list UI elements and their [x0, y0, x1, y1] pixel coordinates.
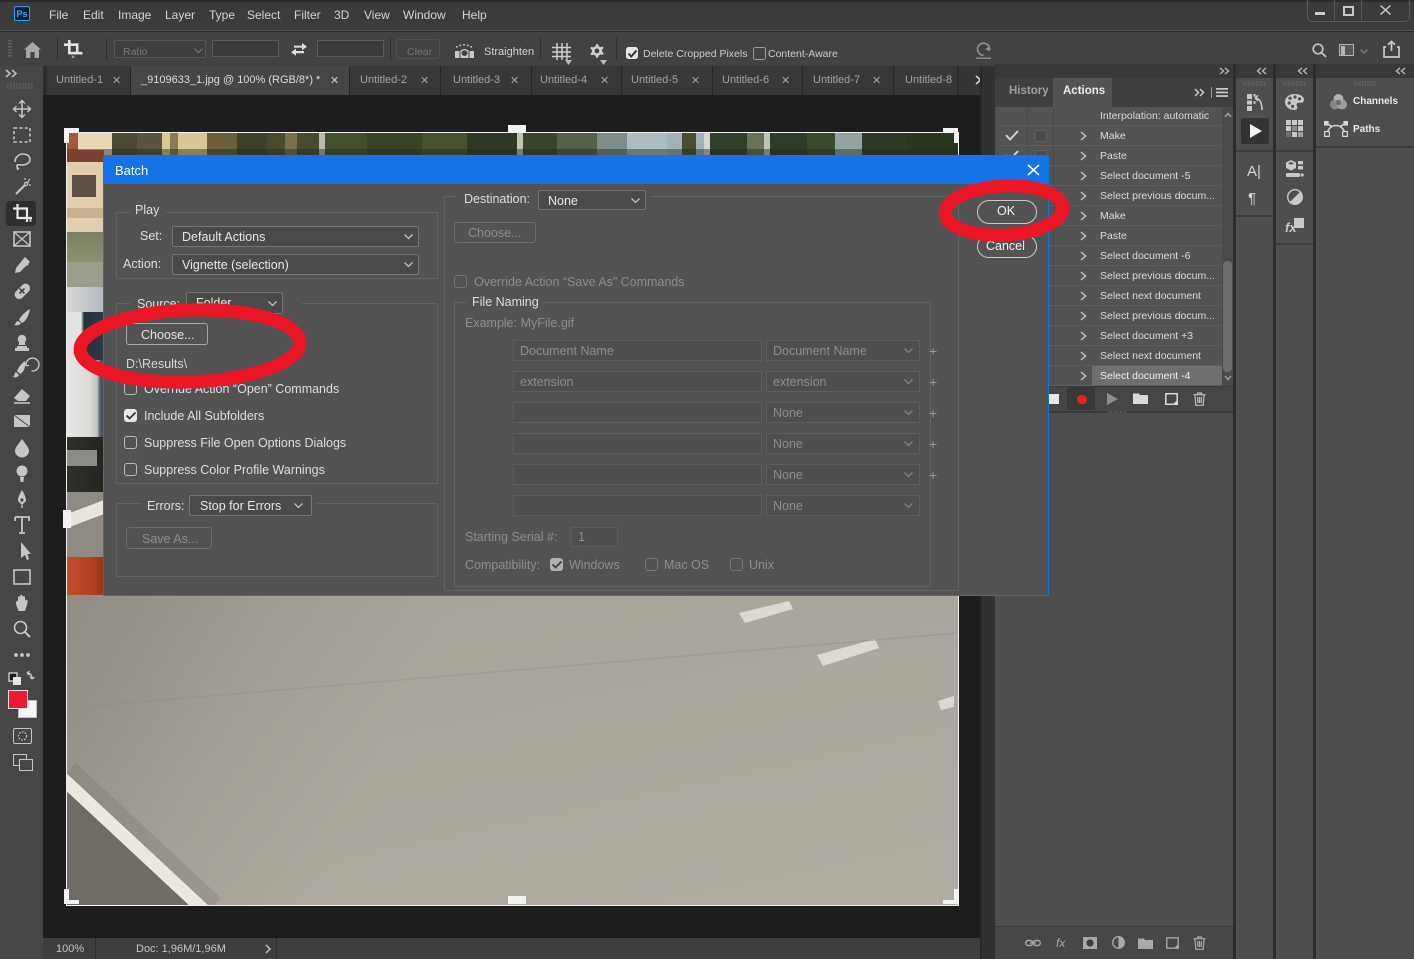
svg-text:fx: fx: [1285, 220, 1297, 235]
